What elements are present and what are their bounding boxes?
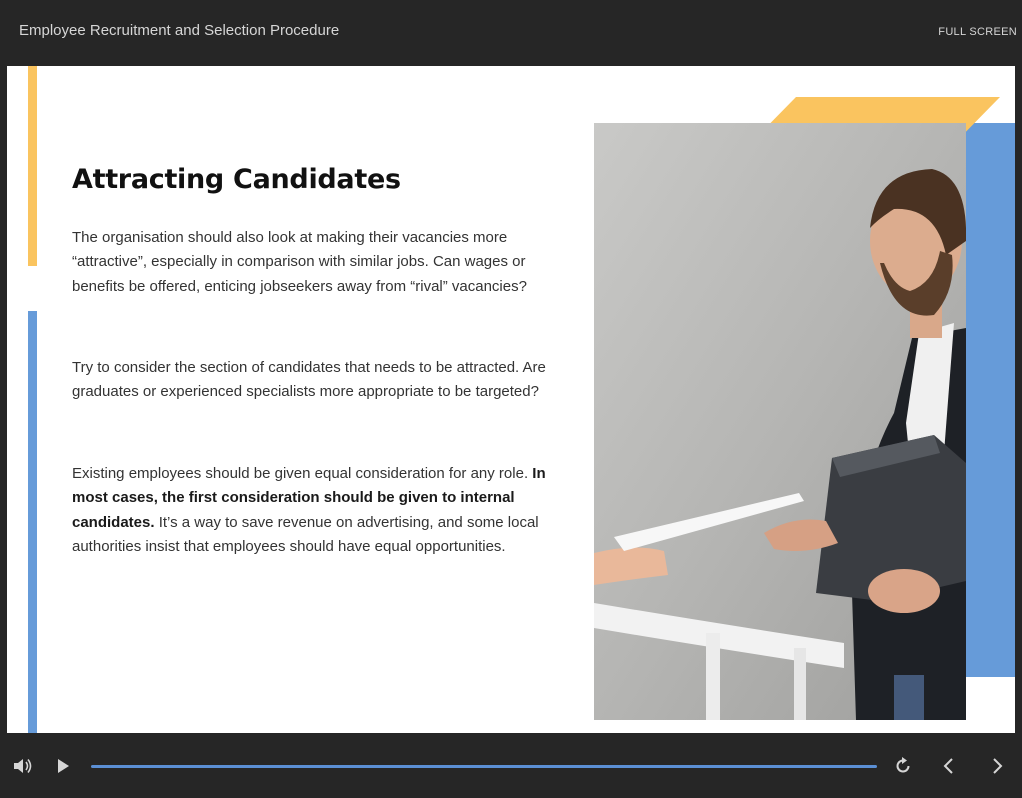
slide-heading: Attracting Candidates (72, 164, 401, 195)
player-controls (0, 733, 1022, 798)
paragraph3-start: Existing employees should be given equal… (72, 465, 533, 482)
fullscreen-button[interactable]: FULL SCREEN (938, 26, 1017, 38)
chevron-left-icon (943, 758, 953, 774)
volume-button[interactable] (12, 757, 34, 775)
course-title: Employee Recruitment and Selection Proce… (19, 22, 340, 39)
photo-illustration (594, 123, 966, 720)
paragraph-attractive-vacancies: The organisation should also look at mak… (72, 229, 527, 295)
accent-bar-blue (28, 311, 37, 733)
slide-canvas: Attracting Candidates The organisation s… (7, 66, 1015, 733)
progress-bar[interactable] (91, 765, 877, 768)
accent-bar-yellow (28, 66, 37, 266)
decor-blue-block (966, 123, 1015, 677)
replay-button[interactable] (894, 757, 912, 775)
recruiter-photo (594, 123, 966, 720)
player-header: Employee Recruitment and Selection Proce… (0, 0, 1022, 66)
paragraph-target-candidates: Try to consider the section of candidate… (72, 359, 546, 401)
next-slide-button[interactable] (988, 757, 1006, 775)
play-button[interactable] (56, 758, 70, 774)
previous-slide-button[interactable] (940, 757, 958, 775)
volume-icon (14, 759, 32, 773)
play-icon (58, 759, 69, 773)
replay-icon (896, 757, 910, 773)
chevron-right-icon (993, 758, 1003, 774)
paragraph-internal-candidates: Existing employees should be given equal… (72, 462, 552, 559)
